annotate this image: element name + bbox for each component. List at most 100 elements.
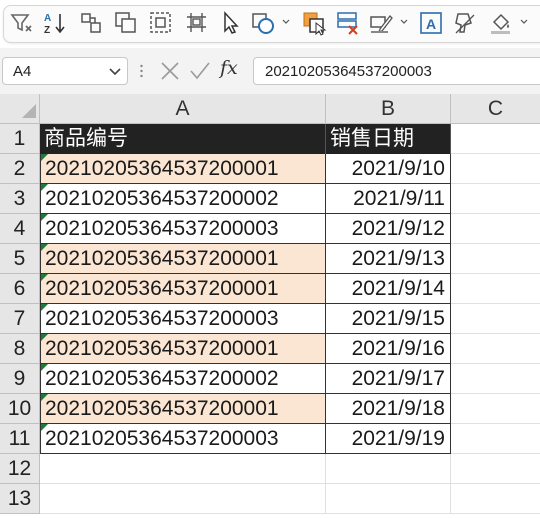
cell-c9[interactable]	[451, 364, 540, 394]
cell-text: 2021/9/12	[351, 217, 445, 240]
cell-text: 20210205364537200003	[45, 307, 279, 330]
edit-shape-icon[interactable]	[368, 10, 394, 36]
cell-a7[interactable]: 20210205364537200003	[40, 304, 326, 334]
cell-text: 20210205364537200002	[45, 187, 279, 210]
formula-input[interactable]: 20210205364537200003	[253, 57, 540, 85]
number-as-text-warning-icon	[41, 274, 48, 281]
cell-c4[interactable]	[451, 214, 540, 244]
pointer-icon[interactable]	[218, 10, 244, 36]
gridline	[40, 513, 540, 514]
sort-icon[interactable]: AZ	[42, 10, 68, 36]
drag-handle-icon[interactable]	[140, 61, 143, 81]
cell-a2[interactable]: 20210205364537200001	[40, 154, 326, 184]
cell-b10[interactable]: 2021/9/18	[326, 394, 451, 424]
row-header-13[interactable]: 13	[0, 484, 40, 514]
number-as-text-warning-icon	[41, 244, 48, 251]
cell-c8[interactable]	[451, 334, 540, 364]
cell-a6[interactable]: 20210205364537200001	[40, 274, 326, 304]
number-as-text-warning-icon	[41, 304, 48, 311]
row-header-10[interactable]: 10	[0, 394, 40, 424]
fill-color-dropdown-chevron-icon[interactable]	[520, 18, 528, 26]
cell-text: 2021/9/19	[351, 427, 445, 450]
number-as-text-warning-icon	[41, 334, 48, 341]
cell-b12[interactable]	[326, 454, 451, 484]
insert-function-button[interactable]: fx	[220, 57, 238, 79]
cell-text: 销售日期	[330, 127, 414, 150]
bring-forward-icon[interactable]	[301, 10, 327, 36]
cell-a5[interactable]: 20210205364537200001	[40, 244, 326, 274]
cell-c3[interactable]	[451, 184, 540, 214]
cell-a11[interactable]: 20210205364537200003	[40, 424, 326, 454]
cell-b5[interactable]: 2021/9/13	[326, 244, 451, 274]
row-header-9[interactable]: 9	[0, 364, 40, 394]
selection-pane-icon[interactable]	[184, 10, 210, 36]
number-as-text-warning-icon	[41, 364, 48, 371]
row-header-12[interactable]: 12	[0, 454, 40, 484]
chevron-down-icon[interactable]	[109, 67, 121, 77]
cell-b6[interactable]: 2021/9/14	[326, 274, 451, 304]
row-header-4[interactable]: 4	[0, 214, 40, 244]
cell-b8[interactable]: 2021/9/16	[326, 334, 451, 364]
column-header-b[interactable]: B	[326, 94, 451, 124]
cell-c10[interactable]	[451, 394, 540, 424]
cell-a13[interactable]	[40, 484, 326, 514]
header-cell-a1[interactable]: 商品编号	[40, 124, 326, 154]
header-cell-b1[interactable]: 销售日期	[326, 124, 451, 154]
edit-shape-dropdown-chevron-icon[interactable]	[400, 18, 408, 26]
row-header-1[interactable]: 1	[0, 124, 40, 154]
cancel-icon[interactable]	[158, 59, 182, 83]
cell-a9[interactable]: 20210205364537200002	[40, 364, 326, 394]
filter-icon[interactable]	[9, 10, 35, 36]
cell-b9[interactable]: 2021/9/17	[326, 364, 451, 394]
cell-a4[interactable]: 20210205364537200003	[40, 214, 326, 244]
row-header-2[interactable]: 2	[0, 154, 40, 184]
cell-c1[interactable]	[451, 124, 540, 154]
row-header-3[interactable]: 3	[0, 184, 40, 214]
format-painter-icon[interactable]	[452, 10, 478, 36]
cell-c6[interactable]	[451, 274, 540, 304]
cell-c13[interactable]	[451, 484, 540, 514]
cell-c5[interactable]	[451, 244, 540, 274]
row-header-5[interactable]: 5	[0, 244, 40, 274]
column-header-a[interactable]: A	[40, 94, 326, 124]
cell-text: 20210205364537200003	[45, 427, 279, 450]
cell-text: 20210205364537200001	[45, 277, 279, 300]
cell-b4[interactable]: 2021/9/12	[326, 214, 451, 244]
send-backward-icon[interactable]	[335, 10, 361, 36]
textbox-icon[interactable]: A	[418, 10, 444, 36]
cell-c12[interactable]	[451, 454, 540, 484]
cell-a3[interactable]: 20210205364537200002	[40, 184, 326, 214]
row-header-6[interactable]: 6	[0, 274, 40, 304]
select-objects-icon[interactable]	[148, 10, 174, 36]
cell-text: 20210205364537200002	[45, 367, 279, 390]
cell-b2[interactable]: 2021/9/10	[326, 154, 451, 184]
cell-text: 2021/9/10	[351, 157, 445, 180]
ungroup-icon[interactable]	[113, 10, 139, 36]
cell-text: 2021/9/13	[351, 247, 445, 270]
svg-text:A: A	[44, 13, 51, 24]
shapes-dropdown-chevron-icon[interactable]	[282, 18, 290, 26]
cell-a8[interactable]: 20210205364537200001	[40, 334, 326, 364]
cell-text: 20210205364537200001	[45, 157, 279, 180]
cell-text: 2021/9/17	[351, 367, 445, 390]
cell-text: 2021/9/14	[351, 277, 445, 300]
fill-color-icon[interactable]	[488, 10, 514, 36]
cell-c11[interactable]	[451, 424, 540, 454]
cell-b11[interactable]: 2021/9/19	[326, 424, 451, 454]
cell-c7[interactable]	[451, 304, 540, 334]
cell-b13[interactable]	[326, 484, 451, 514]
name-box[interactable]: A4	[2, 57, 128, 85]
column-header-c[interactable]: C	[451, 94, 540, 124]
cell-b3[interactable]: 2021/9/11	[326, 184, 451, 214]
cell-b7[interactable]: 2021/9/15	[326, 304, 451, 334]
row-header-7[interactable]: 7	[0, 304, 40, 334]
enter-check-icon[interactable]	[188, 59, 212, 83]
cell-a10[interactable]: 20210205364537200001	[40, 394, 326, 424]
cell-a12[interactable]	[40, 454, 326, 484]
shapes-icon[interactable]	[250, 10, 276, 36]
group-icon[interactable]	[78, 10, 104, 36]
number-as-text-warning-icon	[41, 184, 48, 191]
row-header-8[interactable]: 8	[0, 334, 40, 364]
cell-c2[interactable]	[451, 154, 540, 184]
row-header-11[interactable]: 11	[0, 424, 40, 454]
